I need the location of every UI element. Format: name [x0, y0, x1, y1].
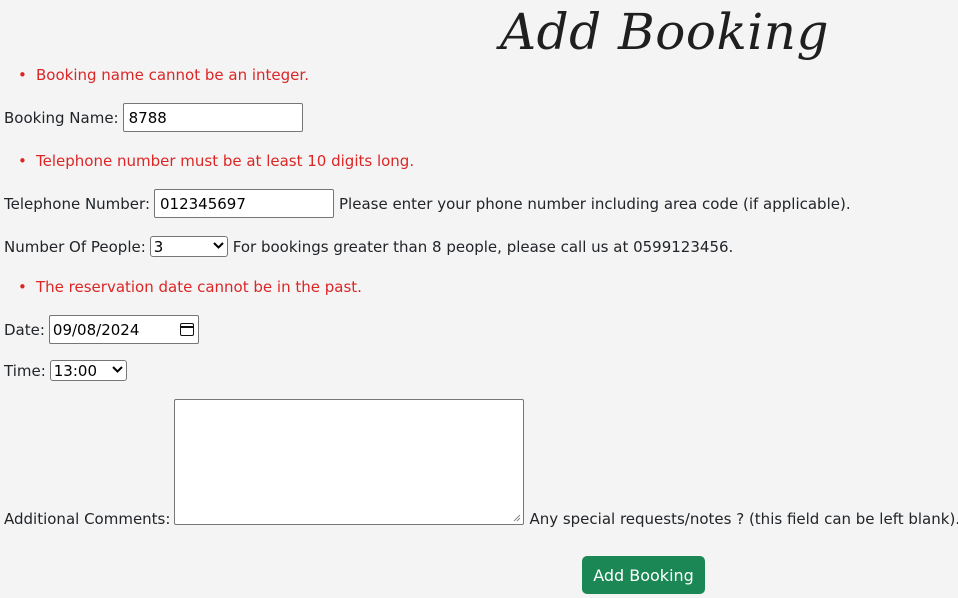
telephone-row: Telephone Number: 012345697 Please enter…: [4, 189, 851, 218]
telephone-help: Please enter your phone number including…: [339, 194, 851, 213]
telephone-error: Telephone number must be at least 10 dig…: [18, 151, 414, 171]
booking-name-row: Booking Name: 8788: [4, 103, 303, 132]
telephone-label: Telephone Number:: [4, 194, 150, 213]
chevron-down-icon: [112, 365, 123, 376]
comments-row: Additional Comments: Any special request…: [4, 399, 958, 528]
resize-grip-icon[interactable]: [513, 514, 521, 522]
people-row: Number Of People: 3 For bookings greater…: [4, 236, 733, 257]
chevron-down-icon: [213, 241, 224, 252]
telephone-error-list: Telephone number must be at least 10 dig…: [18, 151, 414, 171]
date-error-list: The reservation date cannot be in the pa…: [18, 277, 362, 297]
booking-name-error: Booking name cannot be an integer.: [18, 65, 309, 85]
booking-name-error-list: Booking name cannot be an integer.: [18, 65, 309, 85]
time-label: Time:: [4, 361, 46, 380]
booking-name-label: Booking Name:: [4, 108, 119, 127]
date-error: The reservation date cannot be in the pa…: [18, 277, 362, 297]
people-select[interactable]: 3: [149, 236, 228, 257]
date-label: Date:: [4, 320, 45, 339]
page-title: Add Booking: [500, 3, 829, 61]
telephone-input[interactable]: 012345697: [154, 189, 334, 218]
add-booking-button[interactable]: Add Booking: [582, 556, 705, 594]
people-label: Number Of People:: [4, 237, 146, 256]
comments-help: Any special requests/notes ? (this field…: [529, 510, 958, 528]
comments-textarea[interactable]: [174, 399, 525, 525]
date-value: 09/08/2024: [52, 320, 140, 339]
booking-name-input[interactable]: 8788: [122, 103, 303, 132]
calendar-icon[interactable]: [179, 323, 194, 336]
people-help: For bookings greater than 8 people, plea…: [232, 237, 734, 256]
time-select-value: 13:00: [53, 361, 97, 380]
time-select[interactable]: 13:00: [49, 360, 127, 381]
add-booking-page: Add Booking Booking name cannot be an in…: [0, 0, 958, 598]
time-row: Time: 13:00: [4, 360, 127, 381]
date-input[interactable]: 09/08/2024: [48, 315, 199, 344]
date-row: Date: 09/08/2024: [4, 315, 199, 344]
people-select-value: 3: [153, 237, 164, 256]
comments-label: Additional Comments:: [4, 510, 171, 528]
